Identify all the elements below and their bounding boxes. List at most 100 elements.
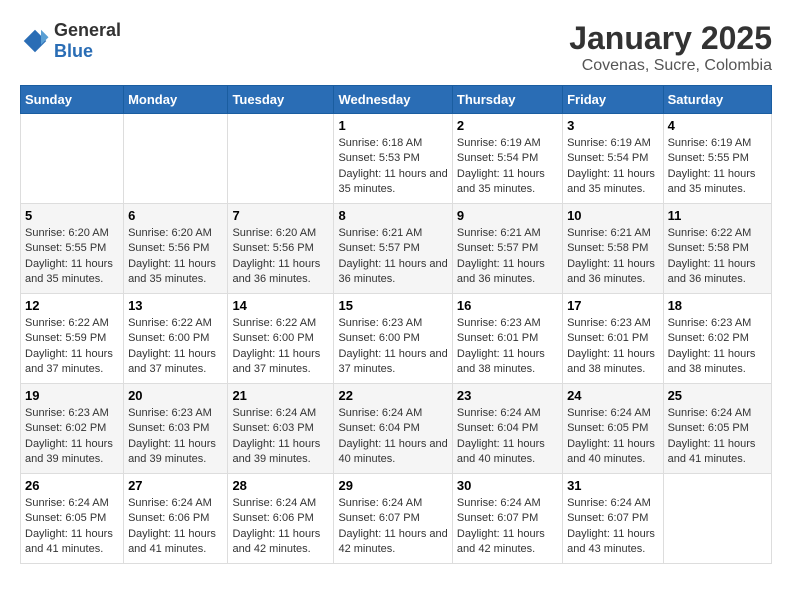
weekday-header-saturday: Saturday xyxy=(663,86,771,114)
calendar-cell: 30 Sunrise: 6:24 AMSunset: 6:07 PMDayligh… xyxy=(452,474,562,564)
calendar-cell: 27 Sunrise: 6:24 AMSunset: 6:06 PMDayligh… xyxy=(124,474,228,564)
weekday-header-wednesday: Wednesday xyxy=(334,86,452,114)
day-info: Sunrise: 6:23 AMSunset: 6:01 PMDaylight:… xyxy=(457,316,558,378)
calendar-cell: 25 Sunrise: 6:24 AMSunset: 6:05 PMDayligh… xyxy=(663,384,771,474)
day-number: 3 xyxy=(567,118,659,133)
day-info: Sunrise: 6:19 AMSunset: 5:55 PMDaylight:… xyxy=(668,136,767,198)
day-number: 29 xyxy=(338,478,447,493)
weekday-header-tuesday: Tuesday xyxy=(228,86,334,114)
calendar-cell: 13Sunrise: 6:22 AMSunset: 6:00 PMDayligh… xyxy=(124,294,228,384)
day-number: 17 xyxy=(567,298,659,313)
calendar-cell: 26Sunrise: 6:24 AMSunset: 6:05 PMDayligh… xyxy=(21,474,124,564)
day-info: Sunrise: 6:22 AMSunset: 5:59 PMDaylight:… xyxy=(25,316,119,378)
calendar-week-1: 1 Sunrise: 6:18 AMSunset: 5:53 PMDaylight… xyxy=(21,114,772,204)
calendar-cell: 4 Sunrise: 6:19 AMSunset: 5:55 PMDaylight… xyxy=(663,114,771,204)
day-number: 7 xyxy=(232,208,329,223)
weekday-header-thursday: Thursday xyxy=(452,86,562,114)
day-number: 31 xyxy=(567,478,659,493)
calendar-cell: 14 Sunrise: 6:22 AMSunset: 6:00 PMDayligh… xyxy=(228,294,334,384)
calendar-cell: 2Sunrise: 6:19 AMSunset: 5:54 PMDaylight… xyxy=(452,114,562,204)
day-number: 16 xyxy=(457,298,558,313)
calendar-cell: 24 Sunrise: 6:24 AMSunset: 6:05 PMDayligh… xyxy=(563,384,664,474)
calendar-cell: 11 Sunrise: 6:22 AMSunset: 5:58 PMDayligh… xyxy=(663,204,771,294)
weekday-header-sunday: Sunday xyxy=(21,86,124,114)
day-info: Sunrise: 6:24 AMSunset: 6:04 PMDaylight:… xyxy=(338,406,447,468)
day-number: 5 xyxy=(25,208,119,223)
day-number: 22 xyxy=(338,388,447,403)
weekday-header-friday: Friday xyxy=(563,86,664,114)
day-number: 24 xyxy=(567,388,659,403)
day-info: Sunrise: 6:20 AMSunset: 5:55 PMDaylight:… xyxy=(25,226,119,288)
day-info: Sunrise: 6:21 AMSunset: 5:58 PMDaylight:… xyxy=(567,226,659,288)
calendar-week-3: 12 Sunrise: 6:22 AMSunset: 5:59 PMDayligh… xyxy=(21,294,772,384)
day-number: 14 xyxy=(232,298,329,313)
day-number: 10 xyxy=(567,208,659,223)
calendar-cell: 3 Sunrise: 6:19 AMSunset: 5:54 PMDaylight… xyxy=(563,114,664,204)
day-info: Sunrise: 6:22 AMSunset: 5:58 PMDaylight:… xyxy=(668,226,767,288)
calendar-cell xyxy=(124,114,228,204)
day-number: 9 xyxy=(457,208,558,223)
calendar-cell: 23 Sunrise: 6:24 AMSunset: 6:04 PMDayligh… xyxy=(452,384,562,474)
day-number: 11 xyxy=(668,208,767,223)
day-info: Sunrise: 6:18 AMSunset: 5:53 PMDaylight:… xyxy=(338,136,447,198)
day-number: 18 xyxy=(668,298,767,313)
day-number: 4 xyxy=(668,118,767,133)
day-number: 20 xyxy=(128,388,223,403)
day-info: Sunrise: 6:24 AMSunset: 6:06 PMDaylight:… xyxy=(128,496,223,558)
day-number: 27 xyxy=(128,478,223,493)
calendar-cell xyxy=(228,114,334,204)
calendar-cell: 17Sunrise: 6:23 AMSunset: 6:01 PMDayligh… xyxy=(563,294,664,384)
calendar-cell: 19Sunrise: 6:23 AMSunset: 6:02 PMDayligh… xyxy=(21,384,124,474)
calendar-cell: 1 Sunrise: 6:18 AMSunset: 5:53 PMDaylight… xyxy=(334,114,452,204)
day-number: 8 xyxy=(338,208,447,223)
day-number: 23 xyxy=(457,388,558,403)
calendar-cell: 9Sunrise: 6:21 AMSunset: 5:57 PMDaylight… xyxy=(452,204,562,294)
day-info: Sunrise: 6:19 AMSunset: 5:54 PMDaylight:… xyxy=(567,136,659,198)
calendar-cell: 12 Sunrise: 6:22 AMSunset: 5:59 PMDayligh… xyxy=(21,294,124,384)
page-subtitle: Covenas, Sucre, Colombia xyxy=(569,57,772,75)
weekday-header-monday: Monday xyxy=(124,86,228,114)
day-number: 1 xyxy=(338,118,447,133)
day-info: Sunrise: 6:23 AMSunset: 6:03 PMDaylight:… xyxy=(128,406,223,468)
day-info: Sunrise: 6:24 AMSunset: 6:05 PMDaylight:… xyxy=(668,406,767,468)
day-info: Sunrise: 6:23 AMSunset: 6:02 PMDaylight:… xyxy=(668,316,767,378)
calendar-cell: 28 Sunrise: 6:24 AMSunset: 6:06 PMDayligh… xyxy=(228,474,334,564)
day-number: 28 xyxy=(232,478,329,493)
day-number: 6 xyxy=(128,208,223,223)
day-info: Sunrise: 6:21 AMSunset: 5:57 PMDaylight:… xyxy=(338,226,447,288)
day-info: Sunrise: 6:22 AMSunset: 6:00 PMDaylight:… xyxy=(128,316,223,378)
calendar-cell: 10 Sunrise: 6:21 AMSunset: 5:58 PMDayligh… xyxy=(563,204,664,294)
day-number: 26 xyxy=(25,478,119,493)
page-title: January 2025 xyxy=(569,20,772,57)
calendar-cell: 21Sunrise: 6:24 AMSunset: 6:03 PMDayligh… xyxy=(228,384,334,474)
day-info: Sunrise: 6:24 AMSunset: 6:07 PMDaylight:… xyxy=(567,496,659,558)
day-number: 25 xyxy=(668,388,767,403)
day-info: Sunrise: 6:24 AMSunset: 6:04 PMDaylight:… xyxy=(457,406,558,468)
page-header: General Blue January 2025 Covenas, Sucre… xyxy=(20,20,772,75)
calendar-cell: 31 Sunrise: 6:24 AMSunset: 6:07 PMDayligh… xyxy=(563,474,664,564)
day-info: Sunrise: 6:23 AMSunset: 6:02 PMDaylight:… xyxy=(25,406,119,468)
logo: General Blue xyxy=(20,20,121,62)
day-number: 15 xyxy=(338,298,447,313)
calendar-table: SundayMondayTuesdayWednesdayThursdayFrid… xyxy=(20,85,772,564)
weekday-header-row: SundayMondayTuesdayWednesdayThursdayFrid… xyxy=(21,86,772,114)
day-info: Sunrise: 6:24 AMSunset: 6:07 PMDaylight:… xyxy=(457,496,558,558)
day-info: Sunrise: 6:24 AMSunset: 6:06 PMDaylight:… xyxy=(232,496,329,558)
day-info: Sunrise: 6:24 AMSunset: 6:05 PMDaylight:… xyxy=(567,406,659,468)
logo-general: General xyxy=(54,20,121,41)
logo-text: General Blue xyxy=(54,20,121,62)
day-number: 30 xyxy=(457,478,558,493)
calendar-week-4: 19Sunrise: 6:23 AMSunset: 6:02 PMDayligh… xyxy=(21,384,772,474)
calendar-cell: 20 Sunrise: 6:23 AMSunset: 6:03 PMDayligh… xyxy=(124,384,228,474)
calendar-cell: 29Sunrise: 6:24 AMSunset: 6:07 PMDayligh… xyxy=(334,474,452,564)
calendar-cell: 15 Sunrise: 6:23 AMSunset: 6:00 PMDayligh… xyxy=(334,294,452,384)
logo-icon xyxy=(20,26,50,56)
calendar-cell: 22 Sunrise: 6:24 AMSunset: 6:04 PMDayligh… xyxy=(334,384,452,474)
calendar-week-2: 5 Sunrise: 6:20 AMSunset: 5:55 PMDaylight… xyxy=(21,204,772,294)
day-number: 12 xyxy=(25,298,119,313)
day-number: 2 xyxy=(457,118,558,133)
calendar-cell: 16 Sunrise: 6:23 AMSunset: 6:01 PMDayligh… xyxy=(452,294,562,384)
calendar-cell: 6Sunrise: 6:20 AMSunset: 5:56 PMDaylight… xyxy=(124,204,228,294)
day-info: Sunrise: 6:23 AMSunset: 6:00 PMDaylight:… xyxy=(338,316,447,378)
day-info: Sunrise: 6:22 AMSunset: 6:00 PMDaylight:… xyxy=(232,316,329,378)
